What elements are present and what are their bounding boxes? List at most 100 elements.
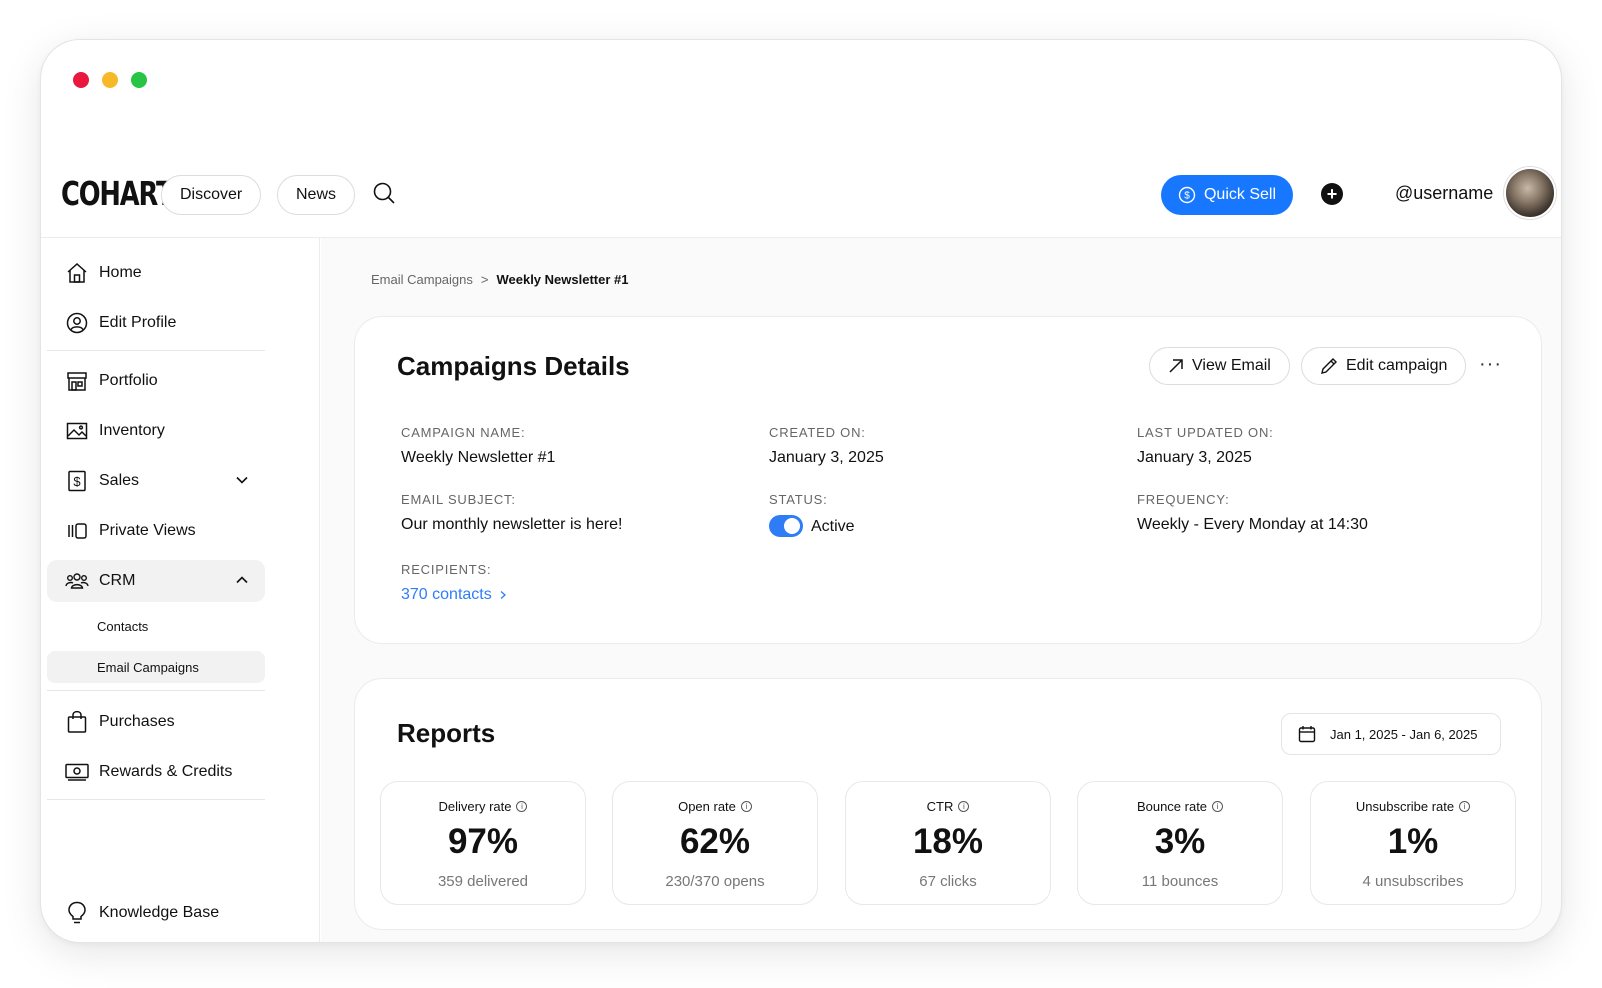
avatar[interactable] <box>1504 167 1556 219</box>
view-email-button[interactable]: View Email <box>1149 347 1290 385</box>
dollar-icon: $ <box>65 469 89 493</box>
stat-card-open-rate: Open rate i 62% 230/370 opens <box>612 781 818 905</box>
more-options-icon[interactable]: ··· <box>1479 353 1502 376</box>
sidebar-divider <box>47 690 265 691</box>
info-icon[interactable]: i <box>740 801 752 812</box>
stat-card-delivery-rate: Delivery rate i 97% 359 delivered <box>380 781 586 905</box>
last-updated-label: LAST UPDATED ON: <box>1137 425 1274 440</box>
reports-card: Reports Jan 1, 2025 - Jan 6, 2025 Delive… <box>354 678 1542 930</box>
edit-campaign-button[interactable]: Edit campaign <box>1301 347 1467 385</box>
status-toggle[interactable] <box>769 515 803 537</box>
logo[interactable]: COHART <box>61 176 174 212</box>
stat-label: CTR <box>926 799 954 814</box>
sidebar-item-inventory[interactable]: Inventory <box>47 410 265 452</box>
edit-campaign-label: Edit campaign <box>1346 357 1448 374</box>
sidebar-item-edit-profile[interactable]: Edit Profile <box>47 302 265 344</box>
stat-card-ctr: CTR i 18% 67 clicks <box>845 781 1051 905</box>
sidebar-subitem-email-campaigns[interactable]: Email Campaigns <box>47 651 265 683</box>
chevron-up-icon[interactable] <box>235 573 249 592</box>
stat-card-unsubscribe-rate: Unsubscribe rate i 1% 4 unsubscribes <box>1310 781 1516 905</box>
image-icon <box>65 419 89 443</box>
sidebar-item-rewards-credits[interactable]: Rewards & Credits <box>47 751 265 793</box>
info-icon[interactable]: i <box>1459 801 1471 812</box>
sidebar-item-home[interactable]: Home <box>47 252 265 294</box>
main-content: Email Campaigns > Weekly Newsletter #1 C… <box>321 238 1561 942</box>
nav-news-button[interactable]: News <box>277 175 356 215</box>
sidebar-item-label: Inventory <box>99 422 165 439</box>
stat-label: Unsubscribe rate <box>1355 799 1455 814</box>
close-window-button[interactable] <box>73 72 89 88</box>
breadcrumb: Email Campaigns > Weekly Newsletter #1 <box>371 272 628 287</box>
stat-label: Open rate <box>678 799 736 814</box>
recipients-label: RECIPIENTS: <box>401 562 492 577</box>
calendar-icon <box>1298 725 1316 743</box>
private-views-icon <box>65 519 89 543</box>
stat-card-bounce-rate: Bounce rate i 3% 11 bounces <box>1077 781 1283 905</box>
frequency-label: FREQUENCY: <box>1137 492 1230 507</box>
stat-subtext: 67 clicks <box>919 873 977 890</box>
minimize-window-button[interactable] <box>102 72 118 88</box>
created-on-label: CREATED ON: <box>769 425 866 440</box>
chevron-right-icon <box>498 590 508 600</box>
breadcrumb-parent[interactable]: Email Campaigns <box>371 272 473 287</box>
stat-value: 18% <box>912 822 984 861</box>
quick-sell-label: Quick Sell <box>1203 186 1277 203</box>
sidebar-item-label: Knowledge Base <box>99 904 220 921</box>
home-icon <box>65 261 89 285</box>
storefront-icon <box>65 369 89 393</box>
last-updated-value: January 3, 2025 <box>1137 449 1252 466</box>
info-icon[interactable]: i <box>1212 801 1224 812</box>
stat-label: Delivery rate <box>438 799 512 814</box>
recipients-link[interactable]: 370 contacts <box>401 586 508 604</box>
email-subject-label: EMAIL SUBJECT: <box>401 492 516 507</box>
view-email-label: View Email <box>1192 357 1271 374</box>
stat-subtext: 359 delivered <box>437 873 529 890</box>
app-window: COHART Discover News $ Quick Sell + @use… <box>40 39 1562 943</box>
sidebar-item-private-views[interactable]: Private Views <box>47 510 265 552</box>
info-icon[interactable]: i <box>516 801 528 812</box>
status-value: Active <box>811 518 855 535</box>
stat-value: 62% <box>679 822 751 861</box>
campaign-name-value: Weekly Newsletter #1 <box>401 449 556 466</box>
sidebar-subitem-contacts[interactable]: Contacts <box>47 610 265 642</box>
search-icon[interactable] <box>371 180 397 206</box>
sidebar-item-label: Rewards & Credits <box>99 763 233 780</box>
dollar-circle-icon: $ <box>1178 186 1196 204</box>
svg-text:$: $ <box>73 474 81 489</box>
created-on-value: January 3, 2025 <box>769 449 884 466</box>
sidebar-item-label: CRM <box>99 572 136 589</box>
sidebar-divider <box>47 799 265 800</box>
sidebar-item-label: Edit Profile <box>99 314 177 331</box>
chevron-down-icon[interactable] <box>235 473 249 492</box>
date-range-picker[interactable]: Jan 1, 2025 - Jan 6, 2025 <box>1281 713 1501 755</box>
sidebar-item-label: Sales <box>99 472 140 489</box>
stat-value: 3% <box>1154 822 1206 861</box>
email-subject-value: Our monthly newsletter is here! <box>401 516 623 533</box>
sidebar-item-knowledge-base[interactable]: Knowledge Base <box>47 892 265 934</box>
sidebar-item-label: Private Views <box>99 522 196 539</box>
nav-discover-button[interactable]: Discover <box>161 175 262 215</box>
breadcrumb-current: Weekly Newsletter #1 <box>496 272 629 287</box>
sidebar-item-portfolio[interactable]: Portfolio <box>47 360 265 402</box>
quick-sell-button[interactable]: $ Quick Sell <box>1161 175 1293 215</box>
sidebar-item-crm[interactable]: CRM <box>47 560 265 602</box>
sidebar-item-purchases[interactable]: Purchases <box>47 701 265 743</box>
reports-title: Reports <box>397 718 496 748</box>
maximize-window-button[interactable] <box>131 72 147 88</box>
stat-subtext: 11 bounces <box>1141 873 1219 890</box>
lightbulb-icon <box>65 901 89 925</box>
users-icon <box>65 569 89 593</box>
cash-icon <box>65 760 89 784</box>
campaign-details-card: Campaigns Details View Email Edit campai… <box>354 316 1542 644</box>
window-controls <box>73 72 147 88</box>
arrow-up-right-icon <box>1168 358 1184 374</box>
stat-subtext: 4 unsubscribes <box>1362 873 1464 890</box>
sidebar: Home Edit Profile Portfolio Inventory $ … <box>41 238 320 942</box>
username[interactable]: @username <box>1395 183 1493 204</box>
add-icon[interactable]: + <box>1321 183 1343 205</box>
user-circle-icon <box>65 311 89 335</box>
sidebar-item-label: Home <box>99 264 142 281</box>
sidebar-item-sales[interactable]: $ Sales <box>47 460 265 502</box>
info-icon[interactable]: i <box>958 801 970 812</box>
breadcrumb-separator: > <box>480 272 489 287</box>
